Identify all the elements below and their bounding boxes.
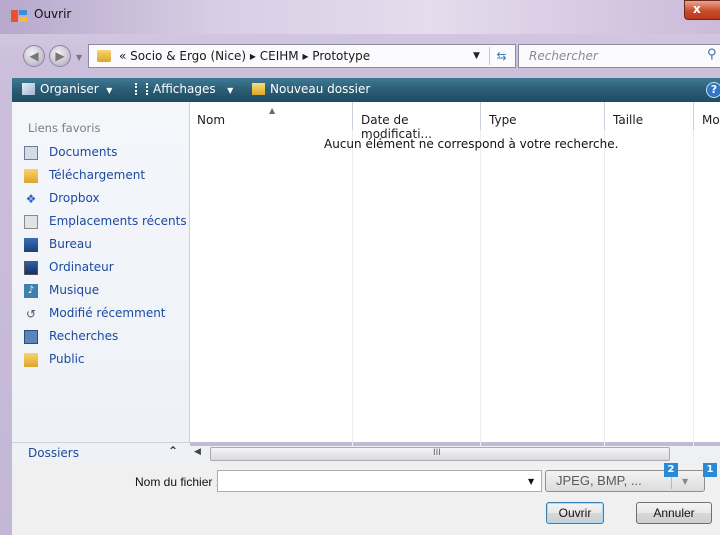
search-icon[interactable]: ⚲: [707, 47, 717, 62]
folder-icon: [24, 169, 38, 183]
forward-button[interactable]: ▶: [49, 45, 71, 67]
chevron-down-icon[interactable]: ▼: [528, 477, 534, 486]
column-line: [352, 130, 353, 470]
sidebar-item-ordinateur[interactable]: Ordinateur: [24, 258, 190, 278]
navigation-bar: ◀ ▶ ▼ « Socio & Ergo (Nice) ▸ CEIHM ▸ Pr…: [0, 34, 720, 78]
recent-icon: ↺: [25, 307, 37, 321]
column-header-size[interactable]: Taille: [606, 102, 696, 130]
address-bar[interactable]: « Socio & Ergo (Nice) ▸ CEIHM ▸ Prototyp…: [88, 44, 516, 68]
column-line: [480, 130, 481, 470]
help-icon[interactable]: ?: [706, 82, 720, 98]
column-line: [693, 130, 694, 470]
music-icon: ♪: [24, 284, 38, 298]
column-divider[interactable]: [604, 102, 605, 130]
sidebar-item-telechargement[interactable]: Téléchargement: [24, 166, 190, 186]
computer-icon: [24, 261, 38, 275]
chevron-up-icon: ⌃: [168, 444, 179, 458]
open-file-dialog: Ouvrir x ◀ ▶ ▼ « Socio & Ergo (Nice) ▸ C…: [0, 0, 720, 535]
column-divider[interactable]: [693, 102, 694, 130]
badge-2: 2: [664, 463, 678, 477]
column-header-type[interactable]: Type: [482, 102, 604, 130]
refresh-icon[interactable]: ⇆: [489, 47, 513, 65]
file-type-select[interactable]: JPEG, BMP, ... ▼ 2 1: [545, 463, 717, 492]
window-title: Ouvrir: [34, 7, 72, 21]
sidebar-item-label: Recherches: [49, 329, 119, 343]
organise-label: Organiser: [40, 82, 99, 96]
cancel-button[interactable]: Annuler: [636, 502, 712, 524]
sidebar-item-dropbox[interactable]: ❖ Dropbox: [24, 189, 190, 209]
documents-icon: [24, 146, 38, 160]
back-arrow-icon: ◀: [29, 49, 39, 63]
filename-field[interactable]: ▼: [217, 470, 542, 492]
recent-locations-dropdown-icon[interactable]: ▼: [76, 53, 82, 62]
organise-icon: [22, 83, 35, 95]
column-line: [604, 130, 605, 470]
sidebar-item-label: Téléchargement: [49, 168, 146, 182]
forward-arrow-icon: ▶: [55, 49, 65, 63]
search-folder-icon: [24, 330, 38, 344]
column-divider[interactable]: [352, 102, 353, 130]
views-menu[interactable]: Affichages ▼: [135, 82, 233, 96]
close-button[interactable]: x: [684, 0, 720, 20]
file-list[interactable]: ▲ Nom Date de modificati... Type Taille …: [190, 102, 720, 470]
sidebar-item-musique[interactable]: ♪ Musique: [24, 281, 190, 301]
horizontal-scrollbar[interactable]: ◀ III: [190, 446, 720, 462]
sidebar-item-label: Public: [49, 352, 85, 366]
address-path[interactable]: « Socio & Ergo (Nice) ▸ CEIHM ▸ Prototyp…: [119, 49, 370, 63]
sidebar-item-bureau[interactable]: Bureau: [24, 235, 190, 255]
favorites-pane: Liens favoris Documents Téléchargement ❖…: [12, 102, 190, 442]
new-folder-icon: [252, 83, 265, 95]
scroll-thumb[interactable]: III: [210, 447, 670, 461]
app-icon: [11, 10, 27, 22]
sidebar-item-documents[interactable]: Documents: [24, 143, 190, 163]
favorites-header: Liens favoris: [28, 121, 101, 135]
desktop-icon: [24, 238, 38, 252]
sidebar-item-label: Ordinateur: [49, 260, 114, 274]
address-dropdown-icon[interactable]: ▼: [473, 51, 480, 61]
chevron-down-icon: ▼: [227, 86, 234, 95]
scroll-grip: III: [433, 448, 441, 458]
column-header-keywords[interactable]: Mot: [695, 102, 720, 130]
column-header-date[interactable]: Date de modificati...: [354, 102, 480, 141]
back-button[interactable]: ◀: [23, 45, 45, 67]
organise-menu[interactable]: Organiser ▼: [22, 82, 112, 96]
search-box[interactable]: Rechercher ⚲: [518, 44, 720, 68]
sidebar-item-recherches[interactable]: Recherches: [24, 327, 190, 347]
sidebar-item-label: Documents: [49, 145, 118, 159]
sidebar-item-label: Dropbox: [49, 191, 100, 205]
sidebar-item-label: Musique: [49, 283, 100, 297]
file-type-value: JPEG, BMP, ...: [556, 473, 642, 488]
column-header-name[interactable]: Nom: [190, 102, 350, 130]
recent-places-icon: [24, 215, 38, 229]
sidebar-item-public[interactable]: Public: [24, 350, 190, 370]
new-folder-label: Nouveau dossier: [270, 82, 371, 96]
views-label: Affichages: [153, 82, 216, 96]
folders-label: Dossiers: [28, 446, 79, 460]
sidebar-item-label: Bureau: [49, 237, 92, 251]
views-icon: [135, 83, 148, 95]
dialog-footer: Nom du fichier : ▼ JPEG, BMP, ... ▼ 2 1 …: [12, 462, 720, 535]
sidebar-item-recent[interactable]: ↺ Modifié récemment: [24, 304, 190, 324]
open-button[interactable]: Ouvrir: [546, 502, 604, 524]
search-input[interactable]: Rechercher: [529, 49, 598, 63]
empty-message: Aucun élément ne correspond à votre rech…: [324, 137, 619, 151]
column-divider[interactable]: [480, 102, 481, 130]
sidebar-item-recent-places[interactable]: Emplacements récents: [24, 212, 190, 232]
badge-1: 1: [703, 463, 717, 477]
scroll-left-icon[interactable]: ◀: [194, 447, 201, 457]
sidebar-item-label: Emplacements récents: [49, 214, 187, 228]
title-bar[interactable]: Ouvrir x: [0, 0, 720, 34]
sidebar-item-label: Modifié récemment: [49, 306, 166, 320]
filename-label: Nom du fichier :: [135, 475, 220, 489]
chevron-down-icon[interactable]: ▼: [682, 477, 688, 486]
new-folder-button[interactable]: Nouveau dossier: [252, 82, 370, 96]
dropbox-icon: ❖: [25, 192, 37, 206]
folders-toggle[interactable]: Dossiers ⌃: [12, 442, 190, 462]
command-bar: Organiser ▼ Affichages ▼ Nouveau dossier…: [12, 78, 720, 102]
folder-icon: [24, 353, 38, 367]
chevron-down-icon: ▼: [106, 86, 113, 95]
folder-icon: [97, 50, 111, 62]
